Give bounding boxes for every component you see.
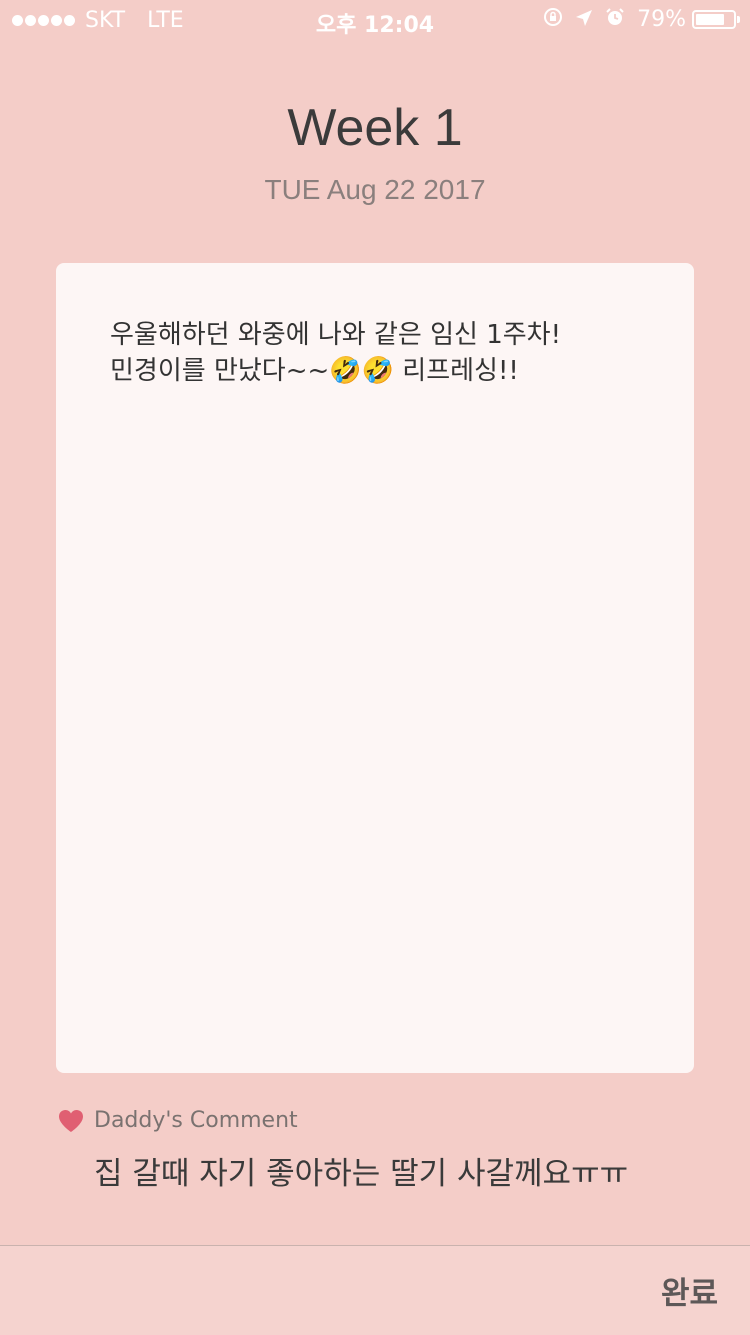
done-button[interactable]: 완료 [661,1268,718,1313]
battery-icon [692,10,740,29]
battery-percent: 79% [637,7,686,32]
comment-header: Daddy's Comment [58,1108,298,1133]
alarm-icon [605,7,625,32]
diary-entry-card[interactable]: 우울해하던 와중에 나와 같은 임신 1주차! 민경이를 만났다~~🤣🤣 리프레… [56,263,694,1073]
battery-level-fill [696,14,724,25]
comment-label: Daddy's Comment [94,1108,298,1133]
status-bar: SKT LTE 오후 12:04 79% [0,0,750,40]
rotation-lock-icon [543,7,563,32]
diary-entry-text: 우울해하던 와중에 나와 같은 임신 1주차! 민경이를 만났다~~🤣🤣 리프레… [110,317,650,389]
location-arrow-icon [575,8,593,32]
diary-line-2: 민경이를 만났다~~🤣🤣 리프레싱!! [110,356,519,386]
diary-line-1: 우울해하던 와중에 나와 같은 임신 1주차! [110,320,562,350]
daddy-comment-text: 집 갈때 자기 좋아하는 딸기 사갈께요ㅠㅠ [94,1156,629,1192]
status-right: 79% [531,7,740,32]
page-title: Week 1 [287,99,463,157]
entry-date: TUE Aug 22 2017 [264,174,486,205]
bottom-toolbar: 완료 [0,1245,750,1335]
heart-icon [59,1109,83,1132]
